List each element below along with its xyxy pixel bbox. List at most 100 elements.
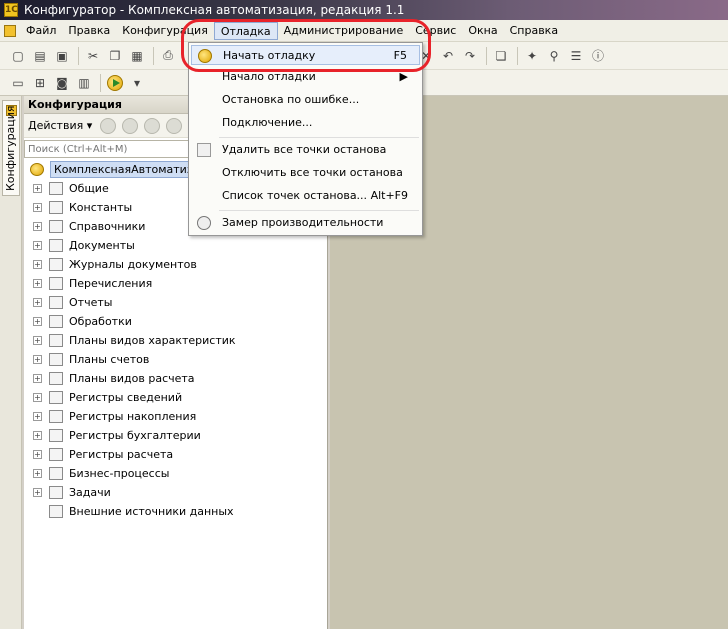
- menu-service[interactable]: Сервис: [409, 22, 462, 40]
- tree-item-label: Отчеты: [69, 296, 113, 309]
- start-debug-icon[interactable]: [105, 73, 125, 93]
- undo-icon[interactable]: ↶: [438, 46, 458, 66]
- wizard-icon[interactable]: ✦: [522, 46, 542, 66]
- menu-item-label: Начать отладку: [223, 49, 316, 62]
- tree-item-reports[interactable]: + Отчеты: [24, 293, 328, 312]
- copy-icon[interactable]: ❐: [105, 46, 125, 66]
- tree-item-label: Задачи: [69, 486, 111, 499]
- tree-item-calculation-registers[interactable]: + Регистры расчета: [24, 445, 328, 464]
- tree-item-info-registers[interactable]: + Регистры сведений: [24, 388, 328, 407]
- tree-item-label: Общие: [69, 182, 109, 195]
- menu-debug[interactable]: Отладка: [213, 21, 278, 40]
- expand-icon[interactable]: +: [33, 184, 42, 193]
- expand-icon[interactable]: +: [33, 412, 42, 421]
- toolbar-separator: [153, 46, 154, 65]
- compare-icon[interactable]: ⊞: [30, 73, 50, 93]
- tree-item-chart-of-accounts[interactable]: + Планы счетов: [24, 350, 328, 369]
- tree-item-chart-of-calculation[interactable]: + Планы видов расчета: [24, 369, 328, 388]
- enums-icon: [49, 277, 63, 290]
- edit-icon[interactable]: [122, 117, 139, 134]
- tree-item-label: Константы: [69, 201, 133, 214]
- expand-icon[interactable]: +: [33, 355, 42, 364]
- menu-file[interactable]: Файл: [20, 22, 62, 40]
- config-side-tab[interactable]: Конфигурация: [2, 100, 20, 196]
- actions-dropdown-button[interactable]: Действия ▾: [28, 119, 92, 132]
- app-logo-icon: 1С: [4, 3, 18, 17]
- delete-icon[interactable]: [166, 117, 183, 134]
- expand-icon[interactable]: +: [33, 374, 42, 383]
- tree-item-business-processes[interactable]: + Бизнес-процессы: [24, 464, 328, 483]
- new-document-icon[interactable]: ▢: [8, 46, 28, 66]
- business-processes-icon: [49, 467, 63, 480]
- window-title: Конфигуратор - Комплексная автоматизация…: [24, 3, 405, 17]
- cut-icon[interactable]: ✂: [83, 46, 103, 66]
- menu-item-label: Подключение...: [222, 116, 313, 129]
- open-config-icon[interactable]: ▭: [8, 73, 28, 93]
- menu-configuration[interactable]: Конфигурация: [116, 22, 214, 40]
- properties-icon[interactable]: ▥: [74, 73, 94, 93]
- tree-item-external-data-sources[interactable]: Внешние источники данных: [24, 502, 328, 521]
- windows-icon[interactable]: ❏: [491, 46, 511, 66]
- expand-icon[interactable]: +: [33, 222, 42, 231]
- menu-item-breakpoint-list[interactable]: Список точек останова... Alt+F9: [191, 186, 420, 206]
- expand-icon[interactable]: +: [33, 317, 42, 326]
- tree-item-documents[interactable]: + Документы: [24, 236, 328, 255]
- add-icon[interactable]: [100, 117, 117, 134]
- tree-item-label: Обработки: [69, 315, 132, 328]
- journals-icon: [49, 258, 63, 271]
- expand-icon[interactable]: +: [33, 336, 42, 345]
- info-icon[interactable]: ⓘ: [588, 46, 608, 66]
- expand-icon[interactable]: +: [33, 469, 42, 478]
- config-menu-icon[interactable]: [4, 24, 16, 37]
- paste-icon[interactable]: ▦: [127, 46, 147, 66]
- tree-item-enums[interactable]: + Перечисления: [24, 274, 328, 293]
- menu-item-debug-start-submenu[interactable]: Начало отладки ▶: [191, 67, 420, 87]
- toolbar-separator: [486, 46, 487, 65]
- copy-item-icon[interactable]: [144, 117, 161, 134]
- database-icon[interactable]: ◙: [52, 73, 72, 93]
- expand-icon[interactable]: +: [33, 279, 42, 288]
- tree-item-label: Планы счетов: [69, 353, 150, 366]
- search-help-icon[interactable]: ⚲: [544, 46, 564, 66]
- menu-windows[interactable]: Окна: [462, 22, 503, 40]
- redo-icon[interactable]: ↷: [460, 46, 480, 66]
- menu-edit[interactable]: Правка: [62, 22, 116, 40]
- expand-icon[interactable]: +: [33, 260, 42, 269]
- tree-item-accounting-registers[interactable]: + Регистры бухгалтерии: [24, 426, 328, 445]
- tree-item-label: Журналы документов: [69, 258, 197, 271]
- start-debug-icon: [198, 49, 212, 63]
- menu-help[interactable]: Справка: [504, 22, 564, 40]
- menu-item-disable-all-breakpoints[interactable]: Отключить все точки останова: [191, 163, 420, 183]
- tree-item-data-processors[interactable]: + Обработки: [24, 312, 328, 331]
- open-folder-icon[interactable]: ▤: [30, 46, 50, 66]
- tree-item-label: Документы: [69, 239, 135, 252]
- menu-item-stop-on-error[interactable]: Остановка по ошибке...: [191, 90, 420, 110]
- calculation-types-icon: [49, 372, 63, 385]
- menu-item-performance-measurement[interactable]: Замер производительности: [191, 213, 420, 233]
- menu-administration[interactable]: Администрирование: [278, 22, 410, 40]
- menu-item-start-debugging[interactable]: Начать отладку F5: [191, 45, 420, 65]
- tree-item-document-journals[interactable]: + Журналы документов: [24, 255, 328, 274]
- chevron-down-icon[interactable]: ▾: [127, 73, 147, 93]
- expand-icon[interactable]: +: [33, 203, 42, 212]
- tree-item-accumulation-registers[interactable]: + Регистры накопления: [24, 407, 328, 426]
- common-icon: [49, 182, 63, 195]
- print-icon[interactable]: ⎙: [158, 46, 178, 66]
- toolbar-separator: [517, 46, 518, 65]
- expand-icon[interactable]: +: [33, 431, 42, 440]
- save-icon[interactable]: ▣: [52, 46, 72, 66]
- tree-item-label: Планы видов характеристик: [69, 334, 236, 347]
- tree-item-chart-of-characteristics[interactable]: + Планы видов характеристик: [24, 331, 328, 350]
- tree-item-tasks[interactable]: + Задачи: [24, 483, 328, 502]
- expand-icon[interactable]: +: [33, 393, 42, 402]
- menu-item-connection[interactable]: Подключение...: [191, 113, 420, 133]
- accounts-icon: [49, 353, 63, 366]
- expand-icon[interactable]: +: [33, 298, 42, 307]
- menu-bar: Файл Правка Конфигурация Отладка Админис…: [0, 20, 728, 42]
- menu-item-label: Удалить все точки останова: [222, 143, 387, 156]
- expand-icon[interactable]: +: [33, 488, 42, 497]
- expand-icon[interactable]: +: [33, 450, 42, 459]
- expand-icon[interactable]: +: [33, 241, 42, 250]
- menu-item-delete-all-breakpoints[interactable]: Удалить все точки останова: [191, 140, 420, 160]
- syntax-helper-icon[interactable]: ☰: [566, 46, 586, 66]
